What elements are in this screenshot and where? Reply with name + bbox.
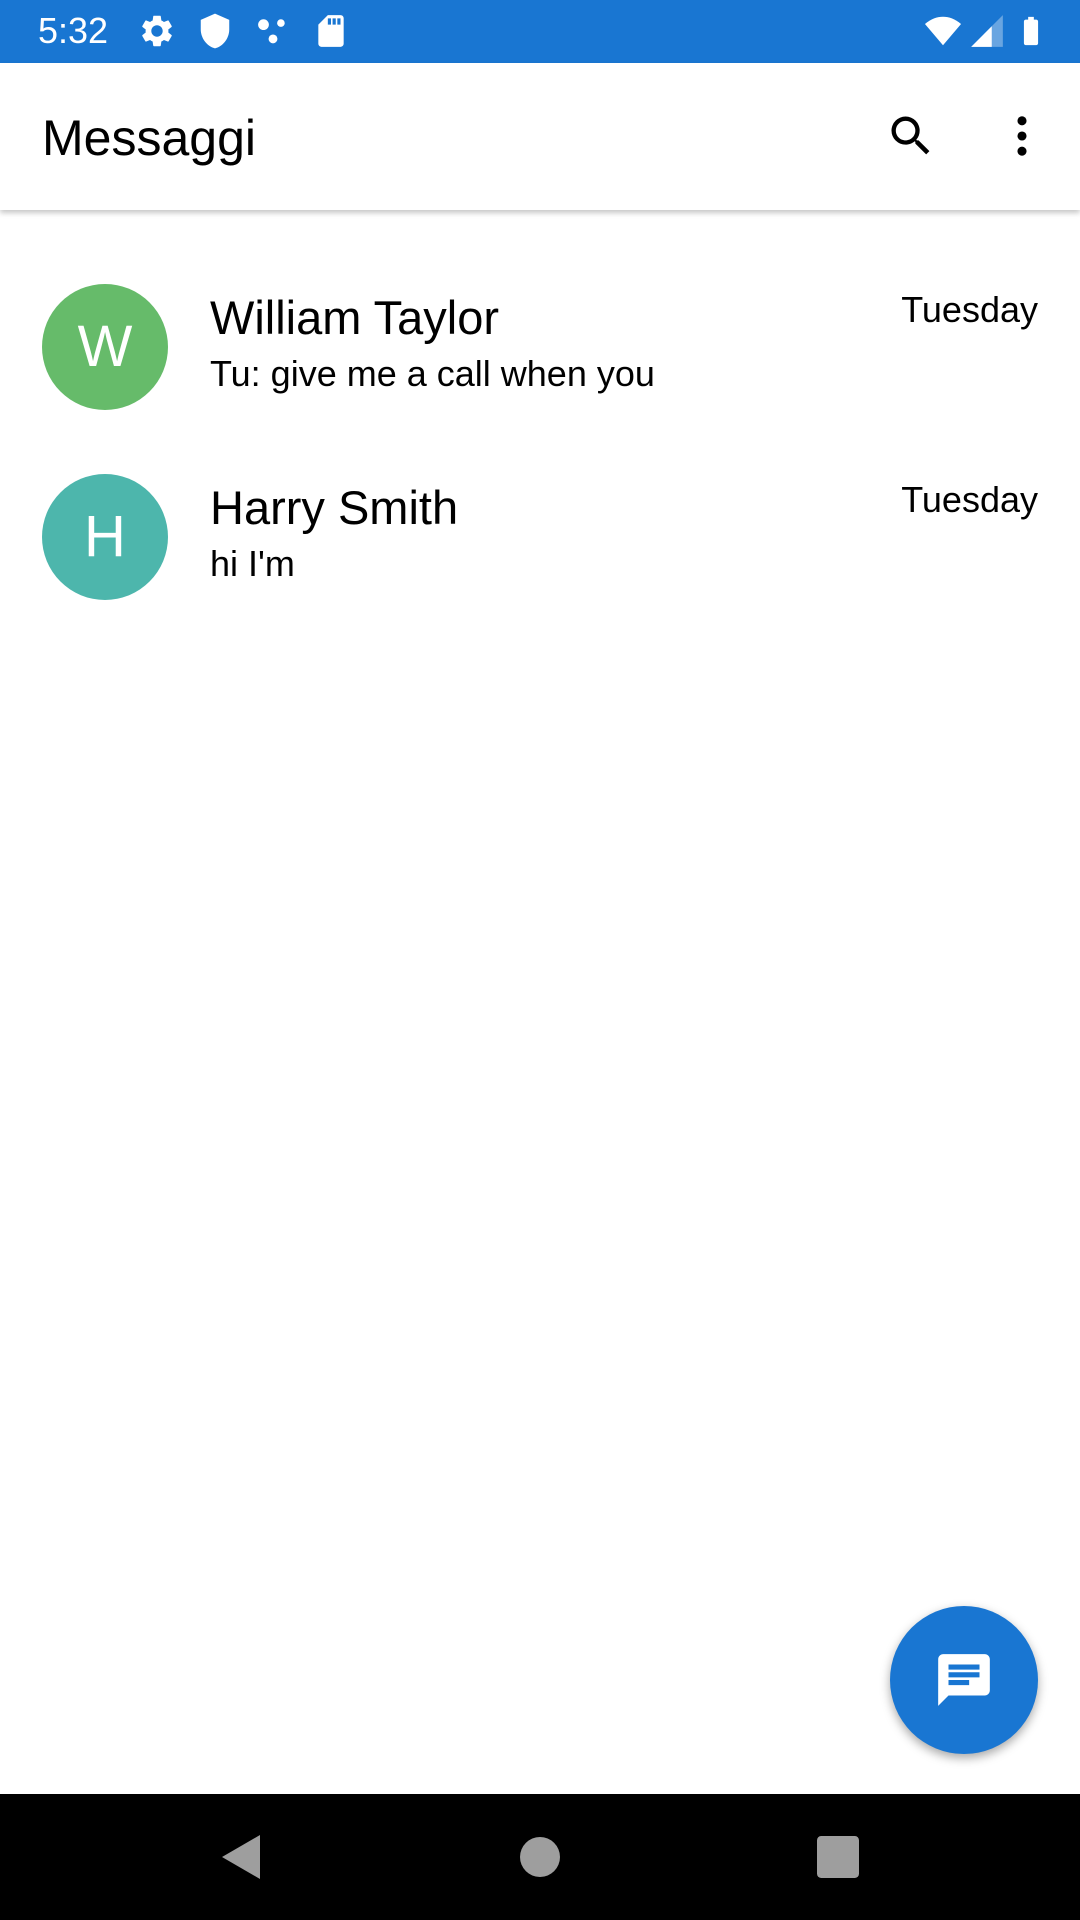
wifi-icon [922,12,964,50]
home-icon[interactable] [510,1827,570,1887]
dots-icon [254,12,292,50]
shield-icon [196,12,234,50]
page-title: Messaggi [42,110,256,166]
conversation-snippet: Tu: give me a call when you [210,353,655,394]
conversation-snippet: hi I'm [210,543,295,584]
conversation-time: Tuesday [901,289,1038,330]
message-icon [933,1649,995,1711]
conversation-name: William Taylor [210,291,499,344]
new-message-button[interactable] [890,1606,1038,1754]
avatar-initial: H [84,504,126,569]
status-time: 5:32 [38,10,109,51]
avatar[interactable]: H [42,474,168,600]
conversation-item[interactable]: H Harry Smith hi I'm Tuesday [0,446,1080,636]
back-icon[interactable] [210,1827,270,1887]
avatar-initial: W [77,314,133,379]
more-vert-icon[interactable] [989,103,1055,169]
status-bar: 5:32 [0,0,1080,63]
settings-icon [138,12,176,50]
conversation-list: W William Taylor Tu: give me a call when… [0,256,1080,636]
sd-card-icon [312,12,350,50]
avatar[interactable]: W [42,284,168,410]
recents-icon[interactable] [808,1827,868,1887]
conversation-time: Tuesday [901,479,1038,520]
navigation-bar [0,1794,1080,1920]
signal-icon [968,12,1006,50]
app-bar: Messaggi [0,63,1080,210]
battery-icon [1014,12,1048,50]
conversation-item[interactable]: W William Taylor Tu: give me a call when… [0,256,1080,446]
search-icon[interactable] [878,103,944,169]
conversation-name: Harry Smith [210,481,459,534]
